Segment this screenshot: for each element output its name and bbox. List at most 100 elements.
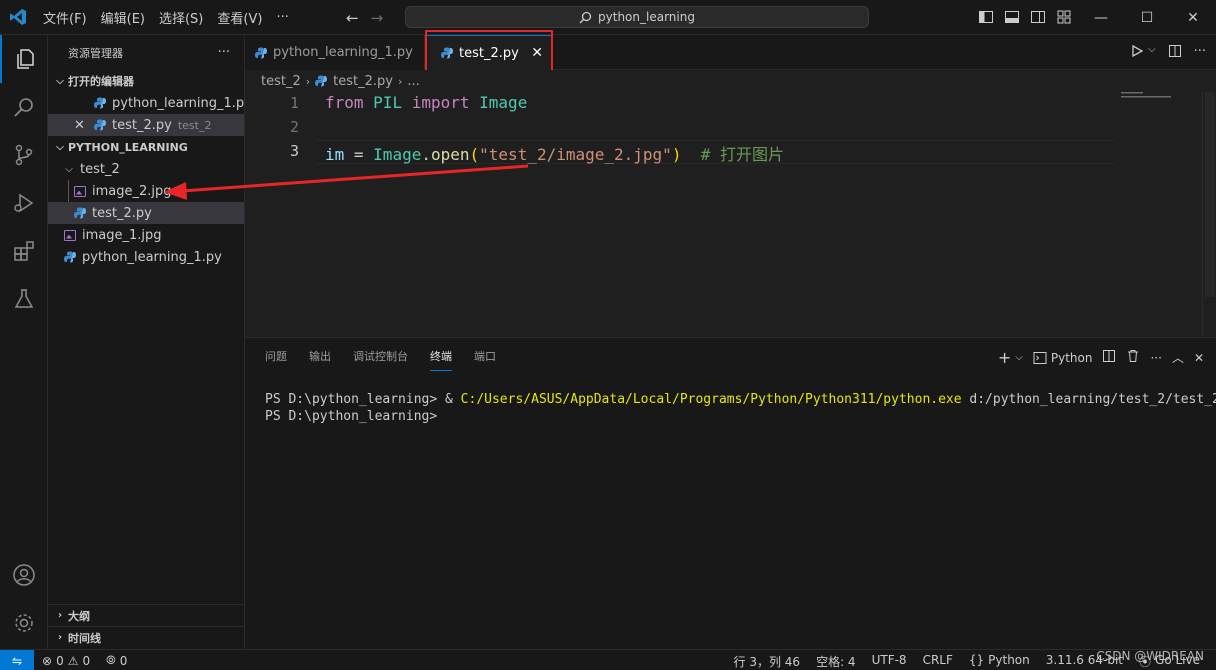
run-dropdown-chevron-icon[interactable]: ⌵ <box>1148 44 1156 62</box>
ports-status[interactable]: ⦾ 0 <box>106 653 127 668</box>
tree-folder[interactable]: ⌵ test_2 <box>48 158 244 180</box>
menu-bar: 文件(F) 编辑(E) 选择(S) 查看(V) ··· <box>36 0 296 35</box>
tree-file-label: python_learning_1.py <box>82 249 222 265</box>
menu-file[interactable]: 文件(F) <box>36 8 94 27</box>
toggle-panel-icon[interactable] <box>1004 9 1020 25</box>
menu-edit[interactable]: 编辑(E) <box>94 8 152 27</box>
string-literal: "test_2/image_2.jpg" <box>479 145 672 164</box>
paren-open: ( <box>469 145 480 164</box>
explorer-more-button[interactable]: ··· <box>218 45 230 60</box>
tab-python-learning-1[interactable]: python_learning_1.py <box>245 35 425 70</box>
tree-file[interactable]: image_2.jpg <box>48 180 244 224</box>
terminal-shell-item[interactable]: Python <box>1033 351 1092 365</box>
tree-file-selected[interactable]: test_2.py <box>48 202 244 224</box>
split-editor-icon[interactable] <box>1168 44 1182 62</box>
ports-count: 0 <box>119 653 128 668</box>
terminal-line-2: PS D:\python_learning> <box>265 409 445 424</box>
panel-tab-debug-console[interactable]: 调试控制台 <box>353 348 408 371</box>
scrollbar-thumb[interactable] <box>1205 92 1215 297</box>
line-number: 3 <box>289 142 299 160</box>
close-icon[interactable]: ✕ <box>74 118 88 133</box>
workspace-section-header[interactable]: ⌵ PYTHON_LEARNING <box>48 136 244 158</box>
cursor-position[interactable]: 行 3，列 46 <box>734 653 801 670</box>
title-bar: 文件(F) 编辑(E) 选择(S) 查看(V) ··· ← → python_l… <box>0 0 1216 35</box>
language-mode[interactable]: {} Python <box>969 653 1030 670</box>
python-file-icon <box>94 119 106 131</box>
split-terminal-icon[interactable] <box>1102 349 1116 366</box>
toggle-primary-sidebar-icon[interactable] <box>978 9 994 25</box>
outline-section-header[interactable]: › 大纲 <box>48 604 244 626</box>
terminal-executable-path: C:/Users/ASUS/AppData/Local/Programs/Pyt… <box>460 392 962 407</box>
terminal-prompt: PS D:\python_learning> & <box>265 392 461 407</box>
source-control-icon[interactable] <box>0 131 48 179</box>
tree-file-label: test_2.py <box>92 205 152 221</box>
more-actions-icon[interactable]: ··· <box>1150 351 1161 365</box>
image-file-icon <box>64 229 76 241</box>
forward-arrow-icon[interactable]: → <box>371 9 384 27</box>
panel-tab-problems[interactable]: 问题 <box>265 348 287 371</box>
maximize-panel-chevron-up-icon[interactable]: ︿ <box>1172 349 1184 366</box>
open-editor-item[interactable]: python_learning_1.py <box>48 92 252 114</box>
workspace-label: PYTHON_LEARNING <box>68 140 188 154</box>
braces-icon: {} <box>968 653 985 667</box>
breadcrumb: test_2 › test_2.py › ... <box>245 70 1216 92</box>
open-editor-item-active[interactable]: ✕ test_2.py test_2 <box>48 114 244 136</box>
minimap[interactable] <box>1121 92 1181 102</box>
extensions-icon[interactable] <box>0 227 48 275</box>
problems-status[interactable]: ⊗ 0 ⚠ 0 <box>42 653 90 668</box>
run-python-file-icon[interactable] <box>1130 44 1144 62</box>
menu-more[interactable]: ··· <box>269 10 295 25</box>
toggle-secondary-sidebar-icon[interactable] <box>1030 9 1046 25</box>
more-actions-icon[interactable]: ··· <box>1194 44 1206 62</box>
testing-flask-icon[interactable] <box>0 275 48 323</box>
paren-close: ) <box>671 145 682 164</box>
remote-indicator-icon[interactable]: ⇋ <box>0 650 34 670</box>
chevron-right-icon: › <box>57 632 63 643</box>
breadcrumb-folder[interactable]: test_2 <box>261 74 301 89</box>
code-comment: # 打开图片 <box>700 145 784 164</box>
search-view-icon[interactable] <box>0 83 48 131</box>
encoding-status[interactable]: UTF-8 <box>872 653 907 670</box>
code-editor[interactable]: 1 2 3 from PIL import Image im = Image.o… <box>245 92 1216 337</box>
open-editors-section-header[interactable]: ⌵ 打开的编辑器 <box>48 70 244 92</box>
assign-operator: = <box>344 145 374 164</box>
maximize-button[interactable]: ☐ <box>1124 0 1170 35</box>
new-terminal-plus-icon[interactable]: + <box>998 348 1011 367</box>
open-editors-label: 打开的编辑器 <box>68 75 134 88</box>
explorer-icon[interactable] <box>0 35 48 83</box>
minimize-button[interactable]: — <box>1078 0 1124 35</box>
kill-terminal-trash-icon[interactable] <box>1126 349 1140 366</box>
indentation-status[interactable]: 空格: 4 <box>816 653 856 670</box>
menu-view[interactable]: 查看(V) <box>210 8 269 27</box>
dot: . <box>421 145 431 164</box>
back-arrow-icon[interactable]: ← <box>346 9 359 27</box>
line-number: 2 <box>289 118 299 136</box>
settings-gear-icon[interactable] <box>0 599 48 647</box>
tree-file[interactable]: image_1.jpg <box>48 224 244 246</box>
explorer-sidebar: 资源管理器 ··· ⌵ 打开的编辑器 python_learning_1.py … <box>48 35 252 649</box>
account-icon[interactable] <box>0 551 48 599</box>
panel-tab-terminal[interactable]: 终端 <box>430 348 452 371</box>
command-center-search[interactable]: python_learning <box>405 6 869 28</box>
eol-status[interactable]: CRLF <box>923 653 953 670</box>
terminal-icon <box>1033 351 1047 364</box>
warning-icon: ⚠ <box>67 653 79 668</box>
python-file-icon <box>74 207 86 219</box>
close-panel-icon[interactable]: ✕ <box>1194 351 1204 365</box>
tree-file[interactable]: python_learning_1.py <box>48 246 244 268</box>
terminal-dropdown-chevron-icon[interactable]: ⌵ <box>1015 352 1023 363</box>
breadcrumb-symbol[interactable]: ... <box>407 74 419 89</box>
run-debug-icon[interactable] <box>0 179 48 227</box>
annotation-highlight-box <box>425 30 553 74</box>
customize-layout-icon[interactable] <box>1056 9 1072 25</box>
editor-vertical-scrollbar[interactable] <box>1202 92 1216 337</box>
close-window-button[interactable]: ✕ <box>1170 0 1216 35</box>
panel-tab-ports[interactable]: 端口 <box>474 348 496 371</box>
breadcrumb-file[interactable]: test_2.py <box>333 74 393 89</box>
menu-selection[interactable]: 选择(S) <box>152 8 210 27</box>
terminal-line-1: PS D:\python_learning> & C:/Users/ASUS/A… <box>265 392 1216 407</box>
timeline-section-header[interactable]: › 时间线 <box>48 626 244 648</box>
class-name: Image <box>373 145 422 164</box>
tree-file-label: image_2.jpg <box>92 183 172 199</box>
panel-tab-output[interactable]: 输出 <box>309 348 331 371</box>
